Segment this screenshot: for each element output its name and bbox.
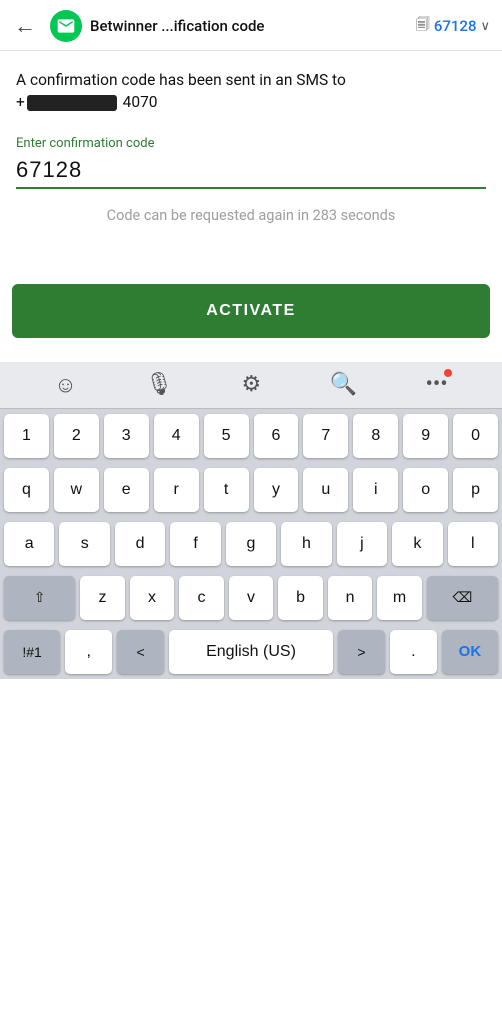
symbols-key[interactable]: !#1 [4, 630, 60, 674]
app-icon [50, 10, 82, 42]
key-u[interactable]: u [303, 468, 348, 512]
emoji-icon[interactable]: ☺ [54, 372, 76, 398]
key-m[interactable]: m [377, 576, 422, 620]
key-l[interactable]: l [448, 522, 498, 566]
key-6[interactable]: 6 [254, 414, 299, 458]
resend-notice: Code can be requested again in 283 secon… [16, 207, 486, 224]
key-h[interactable]: h [281, 522, 331, 566]
period-key[interactable]: . [390, 630, 437, 674]
zxcv-row: ⇧ z x c v b n m ⌫ [0, 571, 502, 625]
key-w[interactable]: w [54, 468, 99, 512]
key-2[interactable]: 2 [54, 414, 99, 458]
nav-code-badge[interactable]: 🗐 67128 ∨ [416, 14, 490, 38]
key-9[interactable]: 9 [403, 414, 448, 458]
key-c[interactable]: c [179, 576, 224, 620]
activate-area: ACTIVATE [0, 284, 502, 338]
gt-key[interactable]: > [338, 630, 385, 674]
key-x[interactable]: x [130, 576, 175, 620]
key-3[interactable]: 3 [104, 414, 149, 458]
key-e[interactable]: e [104, 468, 149, 512]
key-q[interactable]: q [4, 468, 49, 512]
dropdown-arrow-icon: ∨ [480, 19, 490, 34]
key-0[interactable]: 0 [453, 414, 498, 458]
more-icon[interactable]: ••• [425, 372, 447, 397]
top-nav-bar: ← Betwinner ...ification code 🗐 67128 ∨ [0, 0, 502, 51]
key-1[interactable]: 1 [4, 414, 49, 458]
key-p[interactable]: p [453, 468, 498, 512]
key-v[interactable]: v [229, 576, 274, 620]
key-7[interactable]: 7 [303, 414, 348, 458]
confirmation-code-group: Enter confirmation code [16, 136, 486, 189]
nav-code-value: 67128 [434, 17, 477, 35]
kb-toolbar: ☺ 🎙 ⚙ 🔍 ••• [0, 362, 502, 409]
phone-redacted [27, 95, 117, 111]
sms-notice: A confirmation code has been sent in an … [16, 69, 486, 114]
numbers-row: 1 2 3 4 5 6 7 8 9 0 [0, 409, 502, 463]
shift-key[interactable]: ⇧ [4, 576, 75, 620]
lt-key[interactable]: < [117, 630, 164, 674]
confirmation-code-input[interactable] [16, 155, 486, 189]
key-s[interactable]: s [59, 522, 109, 566]
nav-title: Betwinner ...ification code [90, 17, 408, 35]
activate-button[interactable]: ACTIVATE [12, 284, 490, 338]
key-j[interactable]: j [337, 522, 387, 566]
microphone-icon[interactable]: 🎙 [145, 372, 173, 397]
qwerty-row: q w e r t y u i o p [0, 463, 502, 517]
key-y[interactable]: y [254, 468, 299, 512]
key-g[interactable]: g [226, 522, 276, 566]
back-button[interactable]: ← [8, 11, 42, 41]
key-8[interactable]: 8 [353, 414, 398, 458]
key-o[interactable]: o [403, 468, 448, 512]
key-f[interactable]: f [170, 522, 220, 566]
main-content: A confirmation code has been sent in an … [0, 51, 502, 224]
key-a[interactable]: a [4, 522, 54, 566]
keyboard: ☺ 🎙 ⚙ 🔍 ••• 1 2 3 4 5 6 7 8 9 0 q w e r … [0, 362, 502, 679]
bottom-row: !#1 , < English (US) > . OK [0, 625, 502, 679]
delete-key[interactable]: ⌫ [427, 576, 498, 620]
key-t[interactable]: t [204, 468, 249, 512]
asdf-row: a s d f g h j k l [0, 517, 502, 571]
code-input-label: Enter confirmation code [16, 136, 486, 151]
key-b[interactable]: b [278, 576, 323, 620]
settings-icon[interactable]: ⚙ [241, 372, 261, 397]
key-k[interactable]: k [392, 522, 442, 566]
comma-key[interactable]: , [65, 630, 112, 674]
key-r[interactable]: r [154, 468, 199, 512]
key-n[interactable]: n [328, 576, 373, 620]
key-d[interactable]: d [115, 522, 165, 566]
ok-key[interactable]: OK [442, 630, 498, 674]
key-i[interactable]: i [353, 468, 398, 512]
key-5[interactable]: 5 [204, 414, 249, 458]
space-key[interactable]: English (US) [169, 630, 333, 674]
search-icon[interactable]: 🔍 [330, 372, 357, 397]
key-4[interactable]: 4 [154, 414, 199, 458]
badge-icon: 🗐 [416, 14, 430, 38]
key-z[interactable]: z [80, 576, 125, 620]
